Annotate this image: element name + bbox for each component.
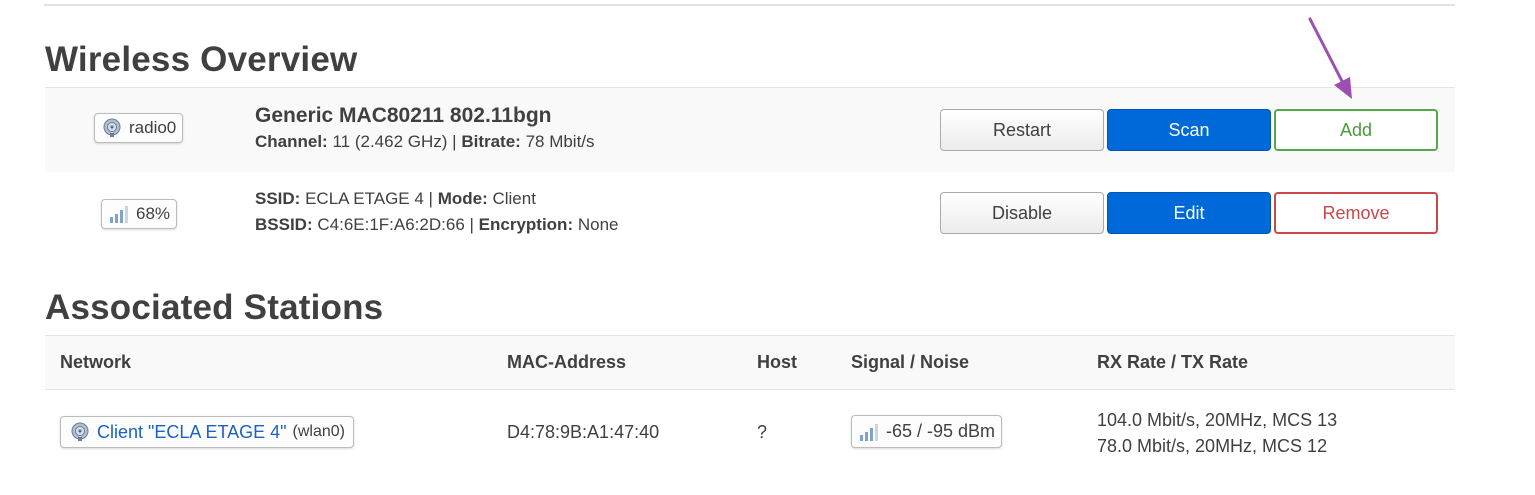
ssid-line: SSID: ECLA ETAGE 4 | Mode: Client — [255, 189, 536, 208]
station-rates: 104.0 Mbit/s, 20MHz, MCS 13 78.0 Mbit/s,… — [1097, 407, 1337, 459]
network-info: SSID: ECLA ETAGE 4 | Mode: Client BSSID:… — [255, 186, 618, 238]
channel-label: Channel: — [255, 132, 328, 151]
signal-bars-icon — [860, 423, 878, 441]
bitrate-value: 78 Mbit/s — [525, 132, 595, 151]
edit-button[interactable]: Edit — [1107, 192, 1271, 234]
station-tx-rate: 78.0 Mbit/s, 20MHz, MCS 12 — [1097, 436, 1328, 456]
column-rx-tx-rate: RX Rate / TX Rate — [1097, 352, 1249, 372]
remove-button[interactable]: Remove — [1274, 192, 1438, 234]
stations-table-header: Network MAC-Address Host Signal / Noise … — [45, 335, 1455, 390]
wireless-network-row: 68% SSID: ECLA ETAGE 4 | Mode: Client BS… — [45, 172, 1455, 256]
bssid-label: BSSID: — [255, 215, 313, 234]
bssid-line: BSSID: C4:6E:1F:A6:2D:66 | Encryption: N… — [255, 215, 619, 234]
device-name: Generic MAC80211 802.11bgn — [255, 104, 552, 127]
bitrate-label: Bitrate: — [461, 132, 521, 151]
radio-badge: radio0 — [94, 113, 184, 143]
station-network-badge[interactable]: Client "ECLA ETAGE 4" (wlan0) — [60, 416, 354, 448]
station-interface: (wlan0) — [292, 423, 345, 440]
signal-bars-icon — [110, 206, 128, 223]
bssid-value: C4:6E:1F:A6:2D:66 — [317, 215, 465, 234]
annotation-arrow — [1308, 17, 1352, 99]
restart-button[interactable]: Restart — [940, 109, 1104, 151]
mode-label: Mode: — [437, 189, 488, 208]
column-signal-noise: Signal / Noise — [851, 352, 970, 372]
signal-badge: 68% — [101, 199, 178, 229]
station-rx-rate: 104.0 Mbit/s, 20MHz, MCS 13 — [1097, 410, 1338, 430]
radio-badge-label: radio0 — [129, 118, 177, 137]
scan-button[interactable]: Scan — [1107, 109, 1271, 151]
station-mac: D4:78:9B:A1:47:40 — [507, 422, 660, 442]
disable-button[interactable]: Disable — [940, 192, 1104, 234]
column-network: Network — [60, 352, 132, 372]
wifi-radio-icon — [71, 422, 89, 441]
top-divider — [44, 4, 1455, 6]
ssid-label: SSID: — [255, 189, 301, 208]
add-button[interactable]: Add — [1274, 109, 1438, 151]
wireless-overview-title: Wireless Overview — [45, 40, 358, 79]
encryption-label: Encryption: — [478, 215, 574, 234]
wifi-radio-icon — [103, 118, 121, 137]
signal-percent: 68% — [136, 204, 171, 223]
station-signal-noise: -65 / -95 dBm — [886, 421, 996, 441]
station-network-link[interactable]: Client "ECLA ETAGE 4" — [97, 422, 287, 443]
radio-device-row: radio0 Generic MAC80211 802.11bgn Channe… — [45, 87, 1455, 173]
mode-value: Client — [492, 189, 536, 208]
encryption-value: None — [577, 215, 619, 234]
radio-details: Channel: 11 (2.462 GHz) | Bitrate: 78 Mb… — [255, 132, 595, 151]
ssid-value: ECLA ETAGE 4 — [305, 189, 424, 208]
station-signal-badge: -65 / -95 dBm — [851, 415, 1003, 448]
column-host: Host — [757, 352, 797, 372]
channel-value: 11 (2.462 GHz) — [332, 132, 448, 151]
associated-stations-title: Associated Stations — [45, 288, 384, 327]
radio-info: Generic MAC80211 802.11bgn Channel: 11 (… — [255, 103, 595, 155]
column-mac-address: MAC-Address — [507, 352, 627, 372]
station-host: ? — [757, 422, 768, 442]
